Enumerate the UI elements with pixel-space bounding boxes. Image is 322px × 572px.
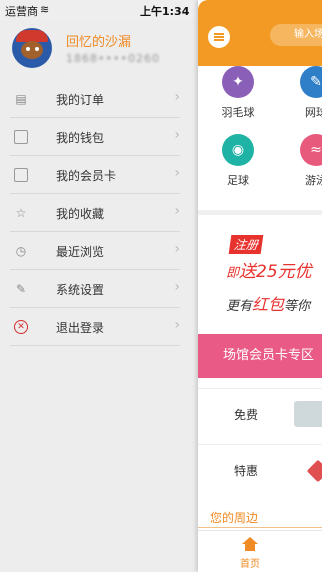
member-card-zone-banner[interactable]: 场馆会员卡专区 — [198, 334, 322, 378]
menu-item-label: 退出登录 — [56, 321, 105, 335]
sport-tennis[interactable]: ✎ 网球 — [286, 66, 322, 120]
menu-item-member-card[interactable]: 我的会员卡 › — [10, 156, 180, 194]
sport-label: 网球 — [305, 106, 322, 119]
home-icon[interactable] — [242, 537, 258, 551]
top-bar: 输入场 — [198, 0, 322, 66]
order-icon: ▤ — [15, 92, 27, 106]
sport-badminton[interactable]: ✦ 羽毛球 — [208, 66, 268, 120]
menu-item-label: 我的钱包 — [56, 131, 105, 145]
tab-home[interactable]: 首页 — [240, 555, 260, 570]
drawer-menu: ▤ 我的订单 › 我的钱包 › 我的会员卡 › ☆ 我的收藏 › ◷ 最近浏览 … — [10, 80, 180, 346]
logout-icon: ✕ — [14, 320, 28, 334]
menu-item-label: 我的会员卡 — [56, 169, 117, 183]
member-card-icon — [14, 168, 28, 182]
menu-item-label: 我的收藏 — [56, 207, 105, 221]
menu-item-wallet[interactable]: 我的钱包 › — [10, 118, 180, 156]
clock-icon: ◷ — [15, 244, 27, 258]
chevron-right-icon: › — [174, 241, 180, 257]
swimming-icon: ≈ — [300, 134, 322, 166]
sport-football[interactable]: ◉ 足球 — [208, 134, 268, 188]
menu-item-label: 最近浏览 — [56, 245, 105, 259]
nearby-heading: 您的周边 — [210, 511, 259, 525]
sport-swimming[interactable]: ≈ 游泳 — [286, 134, 322, 188]
profile-header[interactable]: 回忆的沙漏 1868••••0260 — [0, 20, 198, 80]
register-promo-banner[interactable]: 注册 即送25元优 更有红包等你 — [198, 210, 322, 325]
stadium-image — [294, 401, 322, 427]
menu-item-label: 我的订单 — [56, 93, 105, 107]
promo-line-2: 更有红包等你 — [226, 295, 311, 314]
menu-icon[interactable] — [208, 26, 230, 48]
avatar[interactable] — [12, 28, 52, 68]
chevron-right-icon: › — [174, 165, 180, 181]
chevron-right-icon: › — [174, 317, 180, 333]
divider — [198, 527, 322, 528]
section-label: 特惠 — [234, 464, 259, 478]
menu-item-label: 系统设置 — [56, 283, 105, 297]
chevron-right-icon: › — [174, 127, 180, 143]
side-drawer: 回忆的沙漏 1868••••0260 ▤ 我的订单 › 我的钱包 › 我的会员卡… — [0, 20, 198, 572]
free-section[interactable]: 免费 — [198, 388, 322, 439]
carrier-label: 运营商 — [5, 5, 38, 18]
status-time: 上午1:34 — [140, 5, 190, 18]
discount-section[interactable]: 特惠 — [198, 444, 322, 495]
chevron-right-icon: › — [174, 203, 180, 219]
promo-tag: 注册 — [228, 235, 264, 254]
discount-image — [306, 459, 322, 483]
search-input[interactable]: 输入场 — [270, 24, 322, 46]
tennis-icon: ✎ — [300, 66, 322, 98]
user-phone: 1868••••0260 — [66, 52, 160, 65]
menu-item-logout[interactable]: ✕ 退出登录 › — [10, 308, 180, 346]
section-label: 免费 — [234, 408, 259, 422]
sport-label: 足球 — [227, 174, 249, 187]
wallet-icon — [14, 130, 28, 144]
promo-line-1: 即送25元优 — [226, 262, 312, 282]
username: 回忆的沙漏 — [66, 35, 132, 50]
menu-item-settings[interactable]: ✎ 系统设置 › — [10, 270, 180, 308]
wifi-icon: ≋ — [40, 3, 50, 16]
main-panel[interactable]: 输入场 ✦ 羽毛球 ✎ 网球 ◉ 足球 ≈ 游泳 注册 即送25元优 更有红包等… — [198, 0, 322, 572]
chevron-right-icon: › — [174, 279, 180, 295]
menu-item-recent[interactable]: ◷ 最近浏览 › — [10, 232, 180, 270]
tab-bar: 首页 — [198, 530, 322, 572]
wrench-icon: ✎ — [15, 282, 27, 296]
sport-label: 羽毛球 — [221, 106, 255, 119]
sport-label: 游泳 — [305, 174, 322, 187]
football-icon: ◉ — [222, 134, 254, 166]
star-icon: ☆ — [15, 206, 27, 220]
sport-categories: ✦ 羽毛球 ✎ 网球 ◉ 足球 ≈ 游泳 — [198, 66, 322, 200]
chevron-right-icon: › — [174, 89, 180, 105]
menu-item-favorites[interactable]: ☆ 我的收藏 › — [10, 194, 180, 232]
menu-item-orders[interactable]: ▤ 我的订单 › — [10, 80, 180, 118]
badminton-icon: ✦ — [222, 66, 254, 98]
